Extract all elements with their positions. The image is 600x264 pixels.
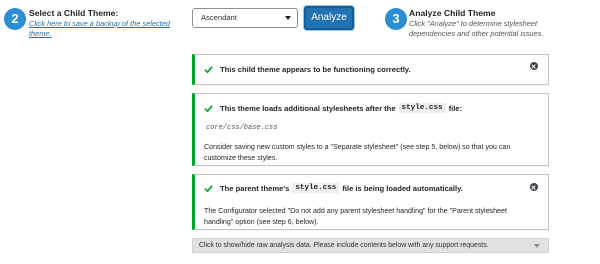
notice-body: Consider saving new custom styles to a "…: [204, 143, 511, 162]
notice-additional-stylesheets: This theme loads additional stylesheets …: [192, 93, 549, 166]
raw-analysis-toggle-label: Click to show/hide raw analysis data. Pl…: [199, 242, 489, 249]
notice-heading-suffix: file is being loaded automatically.: [342, 183, 463, 193]
step-2-description: Click here to save a backup of the selec…: [29, 19, 177, 39]
theme-select[interactable]: Ascendant: [192, 8, 298, 28]
chevron-down-icon: [534, 244, 540, 248]
analyze-button[interactable]: Analyze: [304, 6, 354, 30]
step-2-title: Select a Child Theme:: [29, 8, 119, 18]
notice-heading-text: The parent theme's: [220, 183, 290, 193]
chevron-down-icon: [285, 16, 291, 20]
theme-select-value: Ascendant: [201, 13, 237, 22]
child-theme-configurator-panel: 2 Select a Child Theme: Click here to sa…: [0, 0, 600, 264]
check-icon: [204, 184, 213, 192]
check-icon: [204, 104, 213, 112]
stylesheet-path: core/css/base.css: [206, 124, 278, 132]
notice-heading-text: This theme loads additional stylesheets …: [220, 103, 396, 113]
notice-heading-suffix: file:: [448, 103, 463, 113]
step-3-title: Analyze Child Theme: [409, 8, 496, 18]
notice-heading: This child theme appears to be functioni…: [204, 65, 411, 74]
notice-heading: This theme loads additional stylesheets …: [204, 103, 462, 113]
stylesheet-filename: style.css: [398, 103, 446, 113]
save-backup-link[interactable]: Click here to save a backup of the selec…: [29, 19, 170, 38]
stylesheet-filename: style.css: [292, 183, 340, 193]
dismiss-icon[interactable]: [530, 62, 538, 70]
notice-parent-stylesheet: The parent theme's style.css file is bei…: [192, 174, 549, 230]
check-icon: [204, 66, 213, 74]
notice-heading: The parent theme's style.css file is bei…: [204, 183, 463, 193]
notice-body: The Configurator selected "Do not add an…: [204, 207, 507, 226]
dismiss-icon[interactable]: [530, 183, 538, 191]
notice-heading-text: This child theme appears to be functioni…: [220, 65, 411, 74]
step-2-badge: 2: [4, 8, 26, 30]
step-3-badge: 3: [385, 8, 407, 30]
notice-functioning: This child theme appears to be functioni…: [192, 54, 549, 85]
step-3-description: Click "Analyze" to determine stylesheet …: [409, 19, 544, 38]
raw-analysis-toggle[interactable]: Click to show/hide raw analysis data. Pl…: [192, 238, 549, 253]
